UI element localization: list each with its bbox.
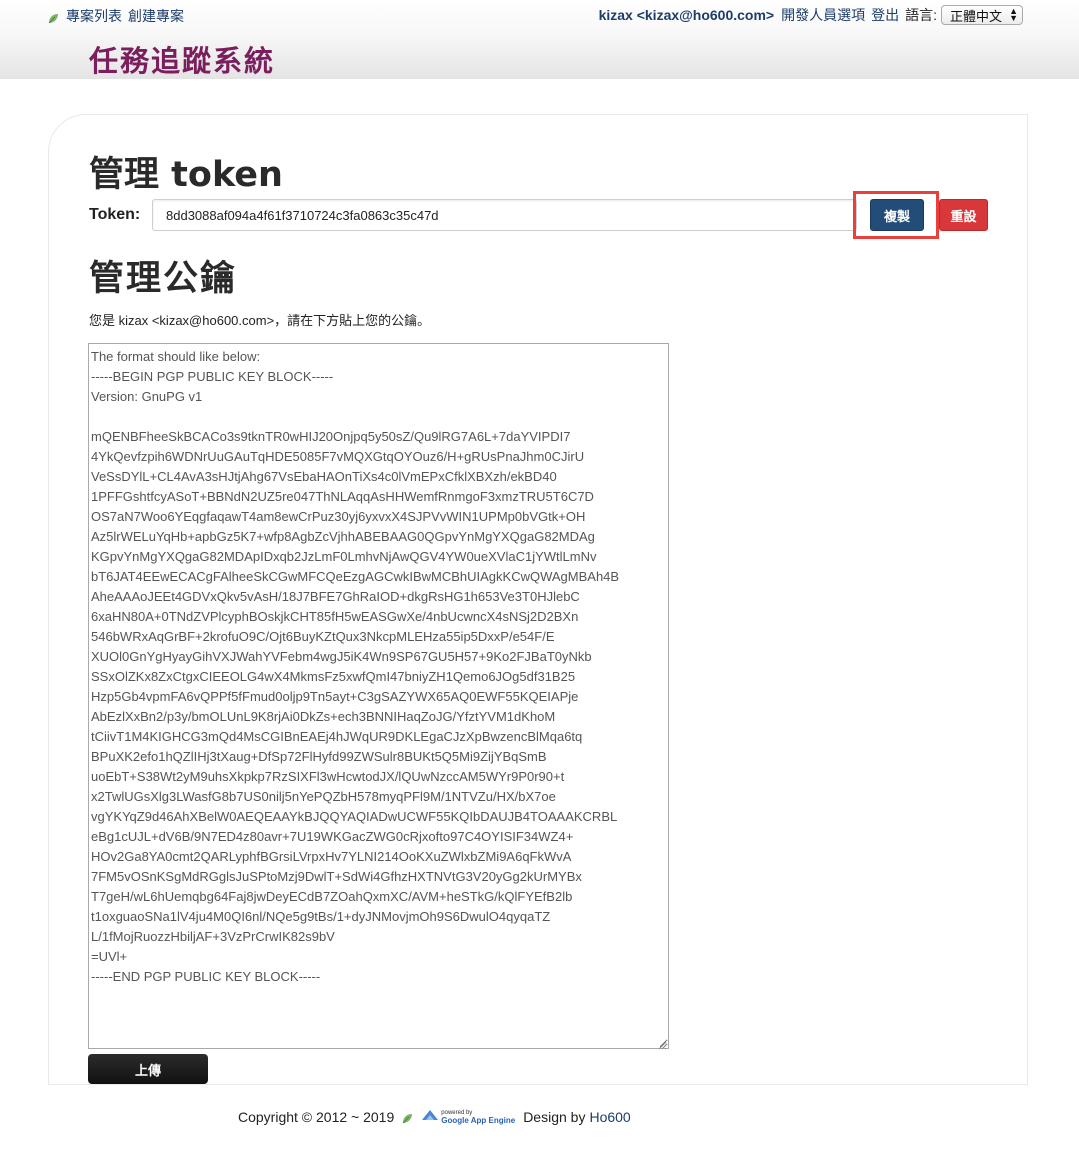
resize-grip-icon[interactable] <box>657 1037 667 1050</box>
copy-button[interactable]: 複製 <box>870 199 924 231</box>
current-user: kizax <kizax@ho600.com> <box>598 7 775 23</box>
language-select-value: 正體中文 <box>950 8 1003 24</box>
top-nav-right: kizax <kizax@ho600.com> 開發人員選項 登出 語言: 正體… <box>599 5 1023 25</box>
token-heading: 管理 token <box>89 155 283 195</box>
footer: Copyright © 2012 ~ 2019 powered by Googl… <box>238 1108 631 1125</box>
reset-button[interactable]: 重設 <box>939 199 988 231</box>
site-title: 任務追蹤系統 <box>89 44 276 78</box>
public-key-intro: 您是 kizax <kizax@ho600.com>，請在下方貼上您的公鑰。 <box>89 313 431 328</box>
public-key-heading: 管理公鑰 <box>89 259 238 299</box>
public-key-textarea[interactable]: The format should like below: -----BEGIN… <box>88 343 669 1049</box>
language-label: 語言: <box>905 7 937 23</box>
copyright-text: Copyright © 2012 ~ 2019 <box>238 1108 395 1125</box>
app-engine-icon <box>421 1108 439 1125</box>
token-field[interactable] <box>152 199 857 231</box>
designer-link[interactable]: Ho600 <box>589 1109 630 1125</box>
dev-options-link[interactable]: 開發人員選項 <box>781 5 865 25</box>
nav-create-project-link[interactable]: 創建專案 <box>128 6 184 26</box>
page-header: 專案列表 創建專案 kizax <kizax@ho600.com> 開發人員選項… <box>0 0 1079 79</box>
token-label: Token: <box>89 206 141 223</box>
language-select[interactable]: 正體中文 ▲ ▼ <box>941 5 1023 25</box>
logout-link[interactable]: 登出 <box>871 5 899 25</box>
app-engine-badge[interactable]: powered by Google App Engine <box>421 1108 515 1125</box>
leaf-icon <box>402 1111 413 1124</box>
leaf-icon <box>48 11 59 23</box>
nav-project-list-link[interactable]: 專案列表 <box>66 6 122 26</box>
up-down-arrows-icon: ▲ ▼ <box>1009 6 1018 23</box>
app-engine-text: Google App Engine <box>441 1115 516 1125</box>
design-by-text: Design by <box>523 1108 586 1125</box>
top-nav-left: 專案列表 創建專案 <box>48 6 190 26</box>
upload-button[interactable]: 上傳 <box>88 1054 208 1084</box>
